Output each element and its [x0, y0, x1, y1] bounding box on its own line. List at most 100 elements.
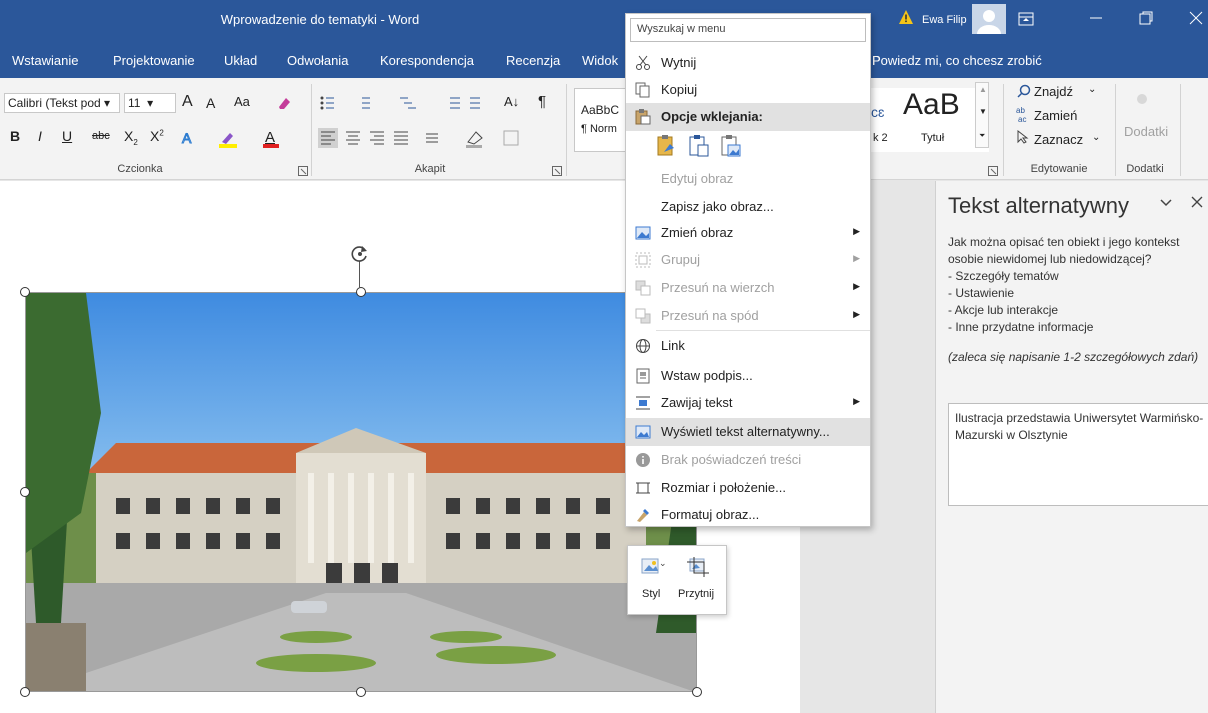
style-title-sample: AaB — [903, 88, 960, 121]
change-case-button[interactable]: Aa — [234, 94, 250, 109]
style-button-label[interactable]: Styl — [642, 588, 660, 600]
menu-item-wrap-text[interactable]: Zawijaj tekst ▶ — [626, 389, 870, 417]
select-button[interactable]: Zaznacz — [1034, 132, 1083, 147]
styles-scroll[interactable]: ▲ ▼ ⏷ — [975, 82, 989, 148]
style-normal[interactable]: AaBbC ¶ Norm — [574, 88, 626, 152]
warning-icon[interactable] — [898, 9, 914, 25]
menu-search-input[interactable]: Wyszukaj w menu — [630, 18, 866, 42]
alt-text-input[interactable]: Ilustracja przedstawia Uniwersytet Warmi… — [948, 403, 1208, 506]
style-title-name: Tytuł — [921, 132, 945, 144]
chevron-down-icon[interactable] — [1159, 195, 1173, 209]
ribbon-tabs: Wstawianie Projektowanie Układ Odwołania… — [0, 44, 1208, 113]
font-color-icon[interactable]: A — [262, 128, 280, 148]
user-name[interactable]: Ewa Filip — [922, 14, 967, 26]
menu-item-label: Link — [661, 338, 685, 353]
font-name-combo[interactable]: Calibri (Tekst pod ▾ — [4, 93, 120, 113]
minimize-icon[interactable] — [1088, 10, 1104, 26]
superscript-letter: X — [150, 128, 160, 144]
font-size-combo[interactable]: 11 ▾ — [124, 93, 176, 113]
addins-button[interactable]: Dodatki — [1124, 124, 1168, 139]
tab-recenzja[interactable]: Recenzja — [506, 53, 560, 68]
underline-button[interactable]: U — [62, 128, 72, 144]
paste-merge-icon[interactable] — [688, 134, 710, 158]
menu-item-no-content-credentials[interactable]: Brak poświadczeń treści — [626, 446, 870, 474]
resize-handle-se[interactable] — [692, 687, 702, 697]
list-buttons[interactable] — [320, 95, 480, 111]
document-title: Wprowadzenie do tematyki - Word — [220, 12, 420, 27]
paste-icon — [635, 109, 651, 125]
menu-item-cut[interactable]: Wytnij — [626, 49, 870, 77]
alt-text-bullet: - Inne przydatne informacje — [948, 320, 1094, 334]
menu-item-size-position[interactable]: Rozmiar i położenie... — [626, 474, 870, 502]
close-pane-icon[interactable] — [1190, 195, 1204, 209]
menu-item-link[interactable]: Link — [626, 332, 870, 360]
superscript-button[interactable]: X2 — [150, 128, 164, 144]
style-normal-name: ¶ Norm — [581, 123, 617, 135]
menu-item-edit-picture[interactable]: Edytuj obraz — [626, 165, 870, 193]
scissors-icon — [635, 55, 651, 71]
menu-item-change-picture[interactable]: Zmień obraz ▶ — [626, 219, 870, 247]
ribbon-separator — [311, 84, 312, 176]
text-effects-icon[interactable]: A — [180, 130, 196, 147]
close-icon[interactable] — [1188, 10, 1204, 26]
menu-item-insert-caption[interactable]: Wstaw podpis... — [626, 362, 870, 390]
replace-icon: ab ac — [1016, 106, 1032, 124]
style-heading-sample: cɛ — [871, 104, 885, 120]
sort-button[interactable]: A↓ — [504, 94, 519, 109]
menu-item-save-as-picture[interactable]: Zapisz jako obraz... — [626, 193, 870, 221]
menu-item-view-alt-text[interactable]: Wyświetl tekst alternatywny... — [626, 418, 870, 446]
menu-item-label: Wytnij — [661, 55, 697, 70]
menu-item-send-to-back[interactable]: Przesuń na spód ▶ — [626, 302, 870, 330]
replace-button[interactable]: Zamień — [1034, 108, 1077, 123]
paste-picture-icon[interactable] — [720, 134, 742, 158]
find-button[interactable]: Znajdź — [1034, 84, 1073, 99]
subscript-button[interactable]: X2 — [124, 128, 138, 147]
rotate-handle-icon[interactable] — [350, 244, 370, 264]
menu-item-label: Opcje wklejania: — [661, 109, 763, 124]
picture-style-icon[interactable]: ⌄ — [640, 556, 667, 578]
resize-handle-n[interactable] — [356, 287, 366, 297]
avatar[interactable] — [972, 4, 1006, 34]
strikethrough-button[interactable]: abc — [92, 130, 110, 142]
tab-widok[interactable]: Widok — [582, 53, 618, 68]
crop-button-label[interactable]: Przytnij — [678, 588, 714, 600]
menu-item-group[interactable]: Grupuj ▶ — [626, 246, 870, 274]
ribbon-display-icon[interactable] — [1018, 12, 1034, 26]
tab-korespondencja[interactable]: Korespondencja — [380, 53, 474, 68]
rotate-stem — [359, 261, 360, 288]
resize-handle-sw[interactable] — [20, 687, 30, 697]
crop-icon[interactable] — [686, 556, 710, 578]
tab-odwolania[interactable]: Odwołania — [287, 53, 348, 68]
resize-handle-s[interactable] — [356, 687, 366, 697]
submenu-arrow-icon: ▶ — [853, 253, 860, 263]
tab-wstawianie[interactable]: Wstawianie — [12, 53, 78, 68]
paragraph-dialog-launcher-icon[interactable] — [552, 164, 562, 176]
style-gallery-visible[interactable]: cɛ k 2 AaB Tytuł — [871, 88, 989, 152]
svg-text:A: A — [182, 130, 192, 146]
alignment-buttons[interactable] — [318, 128, 558, 148]
menu-item-format-picture[interactable]: Formatuj obraz... — [626, 501, 870, 529]
shrink-font-button[interactable]: A — [206, 95, 215, 111]
paste-keep-icon[interactable] — [656, 134, 678, 158]
restore-icon[interactable] — [1138, 10, 1154, 26]
tell-me-search[interactable]: Powiedz mi, co chcesz zrobić — [872, 53, 1042, 68]
show-marks-button[interactable]: ¶ — [538, 93, 546, 110]
grow-font-button[interactable]: A — [182, 93, 193, 111]
styles-dialog-launcher-icon[interactable] — [988, 164, 998, 176]
resize-handle-w[interactable] — [20, 487, 30, 497]
building-picture[interactable] — [25, 292, 697, 692]
alt-text-bullet: - Akcje lub interakcje — [948, 303, 1059, 317]
mini-toolbar: ⌄ Styl Przytnij — [627, 545, 727, 615]
menu-item-label: Przesuń na wierzch — [661, 280, 775, 295]
menu-item-copy[interactable]: Kopiuj — [626, 76, 870, 104]
tab-projektowanie[interactable]: Projektowanie — [113, 53, 195, 68]
bold-button[interactable]: B — [10, 128, 20, 144]
resize-handle-nw[interactable] — [20, 287, 30, 297]
tab-uklad[interactable]: Układ — [224, 53, 257, 68]
clear-formatting-icon[interactable] — [276, 95, 292, 111]
svg-text:ac: ac — [1018, 115, 1026, 122]
menu-item-bring-to-front[interactable]: Przesuń na wierzch ▶ — [626, 274, 870, 302]
font-dialog-launcher-icon[interactable] — [298, 164, 308, 176]
italic-button[interactable]: I — [38, 128, 42, 144]
highlight-icon[interactable] — [218, 130, 238, 148]
